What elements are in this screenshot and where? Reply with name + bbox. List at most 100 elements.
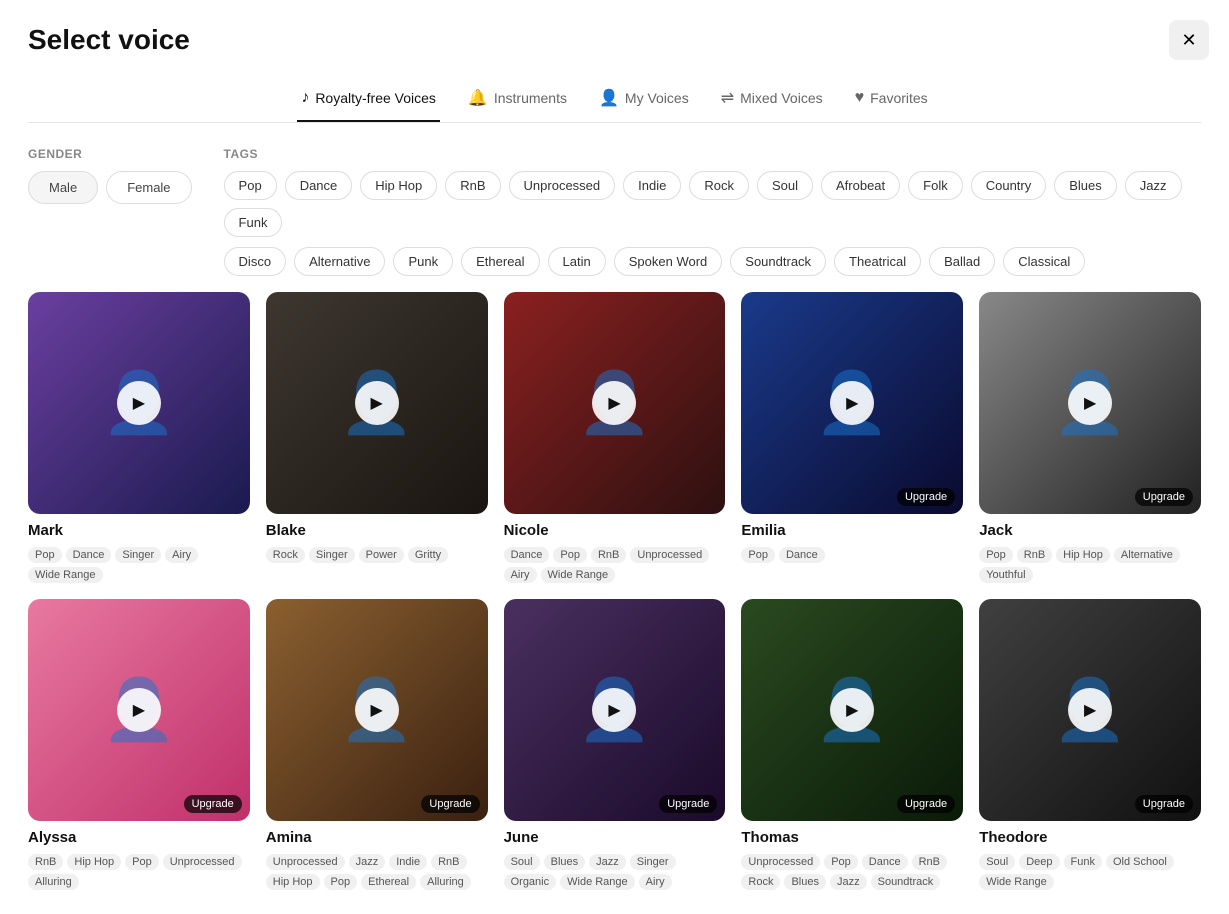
tag-jazz[interactable]: Jazz xyxy=(1125,171,1182,200)
voice-tag: Soul xyxy=(979,854,1015,870)
close-button[interactable]: ✕ xyxy=(1169,20,1209,60)
voice-card-jack[interactable]: 👤 ▶ Upgrade Jack Pop RnB Hip Hop Alterna… xyxy=(979,292,1201,583)
voice-card-nicole[interactable]: 👤 ▶ Nicole Dance Pop RnB Unprocessed Air… xyxy=(504,292,726,583)
voice-tag: Unprocessed xyxy=(266,854,345,870)
voice-tags-june: Soul Blues Jazz Singer Organic Wide Rang… xyxy=(504,854,726,890)
voice-tag: Alluring xyxy=(28,874,79,890)
tag-blues[interactable]: Blues xyxy=(1054,171,1117,200)
tab-mixed-voices[interactable]: ⇌ Mixed Voices xyxy=(717,80,827,122)
voice-name-jack: Jack xyxy=(979,522,1201,539)
tag-latin[interactable]: Latin xyxy=(548,247,606,276)
tag-spoken-word[interactable]: Spoken Word xyxy=(614,247,723,276)
tags-row-1: Pop Dance Hip Hop RnB Unprocessed Indie … xyxy=(224,171,1201,237)
tag-disco[interactable]: Disco xyxy=(224,247,287,276)
gender-male-btn[interactable]: Male xyxy=(28,171,98,204)
shuffle-icon: ⇌ xyxy=(721,88,734,108)
tag-funk[interactable]: Funk xyxy=(224,208,283,237)
voice-name-blake: Blake xyxy=(266,522,488,539)
tab-instruments[interactable]: 🔔 Instruments xyxy=(464,80,571,122)
play-button-thomas[interactable]: ▶ xyxy=(830,688,874,732)
tag-soul[interactable]: Soul xyxy=(757,171,813,200)
play-button-amina[interactable]: ▶ xyxy=(355,688,399,732)
tag-rnb[interactable]: RnB xyxy=(445,171,500,200)
voice-card-blake[interactable]: 👤 ▶ Blake Rock Singer Power Gritty xyxy=(266,292,488,583)
voice-card-emilia[interactable]: 👤 ▶ Upgrade Emilia Pop Dance xyxy=(741,292,963,583)
voice-tag: Airy xyxy=(504,567,537,583)
tag-hiphop[interactable]: Hip Hop xyxy=(360,171,437,200)
tag-classical[interactable]: Classical xyxy=(1003,247,1085,276)
gender-filter: GENDER Male Female xyxy=(28,147,192,276)
play-icon: ▶ xyxy=(846,700,858,720)
voice-tag: Unprocessed xyxy=(741,854,820,870)
tag-rock[interactable]: Rock xyxy=(689,171,749,200)
tab-royalty-free[interactable]: ♪ Royalty-free Voices xyxy=(297,80,440,122)
voice-tag: Pop xyxy=(553,547,587,563)
voice-tag: Airy xyxy=(165,547,198,563)
play-button-blake[interactable]: ▶ xyxy=(355,381,399,425)
voice-tag: Gritty xyxy=(408,547,448,563)
voice-card-mark[interactable]: 👤 ▶ Mark Pop Dance Singer Airy Wide Rang… xyxy=(28,292,250,583)
voice-card-june[interactable]: 👤 ▶ Upgrade June Soul Blues Jazz Singer … xyxy=(504,599,726,890)
play-icon: ▶ xyxy=(846,393,858,413)
voice-cards-grid: 👤 ▶ Mark Pop Dance Singer Airy Wide Rang… xyxy=(28,292,1201,890)
tab-favorites[interactable]: ♥ Favorites xyxy=(851,80,932,122)
play-button-june[interactable]: ▶ xyxy=(592,688,636,732)
gender-label: GENDER xyxy=(28,147,192,161)
voice-tag: Airy xyxy=(639,874,672,890)
voice-tag: Funk xyxy=(1064,854,1102,870)
voice-tags-jack: Pop RnB Hip Hop Alternative Youthful xyxy=(979,547,1201,583)
page-title: Select voice xyxy=(28,24,1201,56)
tag-folk[interactable]: Folk xyxy=(908,171,963,200)
tag-soundtrack[interactable]: Soundtrack xyxy=(730,247,826,276)
voice-tag: Pop xyxy=(741,547,775,563)
voice-name-theodore: Theodore xyxy=(979,829,1201,846)
card-image-thomas: 👤 ▶ Upgrade xyxy=(741,599,963,821)
play-button-alyssa[interactable]: ▶ xyxy=(117,688,161,732)
voice-card-amina[interactable]: 👤 ▶ Upgrade Amina Unprocessed Jazz Indie… xyxy=(266,599,488,890)
tags-filter: TAGS Pop Dance Hip Hop RnB Unprocessed I… xyxy=(224,147,1201,276)
gender-female-btn[interactable]: Female xyxy=(106,171,191,204)
tag-country[interactable]: Country xyxy=(971,171,1047,200)
tag-theatrical[interactable]: Theatrical xyxy=(834,247,921,276)
card-image-june: 👤 ▶ Upgrade xyxy=(504,599,726,821)
tab-my-voices[interactable]: 👤 My Voices xyxy=(595,80,693,122)
tag-ballad[interactable]: Ballad xyxy=(929,247,995,276)
voice-tag: Hip Hop xyxy=(1056,547,1110,563)
voice-tag: Singer xyxy=(309,547,355,563)
upgrade-badge-emilia: Upgrade xyxy=(897,488,955,506)
tag-unprocessed[interactable]: Unprocessed xyxy=(509,171,616,200)
play-button-mark[interactable]: ▶ xyxy=(117,381,161,425)
tags-row-2: Disco Alternative Punk Ethereal Latin Sp… xyxy=(224,247,1201,276)
tag-alternative[interactable]: Alternative xyxy=(294,247,385,276)
voice-tag: Singer xyxy=(630,854,676,870)
voice-tag: Jazz xyxy=(349,854,386,870)
card-image-blake: 👤 ▶ xyxy=(266,292,488,514)
voice-tag: Dance xyxy=(862,854,908,870)
play-button-theodore[interactable]: ▶ xyxy=(1068,688,1112,732)
card-image-theodore: 👤 ▶ Upgrade xyxy=(979,599,1201,821)
voice-tag: Dance xyxy=(504,547,550,563)
voice-tag: Pop xyxy=(824,854,858,870)
voice-tag: Old School xyxy=(1106,854,1174,870)
tag-indie[interactable]: Indie xyxy=(623,171,681,200)
voice-tag: Hip Hop xyxy=(266,874,320,890)
tag-pop[interactable]: Pop xyxy=(224,171,277,200)
voice-tag: Pop xyxy=(324,874,358,890)
tag-punk[interactable]: Punk xyxy=(393,247,453,276)
play-button-nicole[interactable]: ▶ xyxy=(592,381,636,425)
voice-name-june: June xyxy=(504,829,726,846)
tag-ethereal[interactable]: Ethereal xyxy=(461,247,539,276)
tag-afrobeat[interactable]: Afrobeat xyxy=(821,171,900,200)
tag-dance[interactable]: Dance xyxy=(285,171,353,200)
gender-buttons: Male Female xyxy=(28,171,192,204)
voice-tag: Dance xyxy=(66,547,112,563)
person-icon: 👤 xyxy=(599,88,619,108)
voice-card-alyssa[interactable]: 👤 ▶ Upgrade Alyssa RnB Hip Hop Pop Unpro… xyxy=(28,599,250,890)
play-button-jack[interactable]: ▶ xyxy=(1068,381,1112,425)
voice-tag: Jazz xyxy=(830,874,867,890)
voice-card-thomas[interactable]: 👤 ▶ Upgrade Thomas Unprocessed Pop Dance… xyxy=(741,599,963,890)
voice-tag: Wide Range xyxy=(28,567,103,583)
voice-card-theodore[interactable]: 👤 ▶ Upgrade Theodore Soul Deep Funk Old … xyxy=(979,599,1201,890)
voice-tag: Youthful xyxy=(979,567,1032,583)
play-button-emilia[interactable]: ▶ xyxy=(830,381,874,425)
